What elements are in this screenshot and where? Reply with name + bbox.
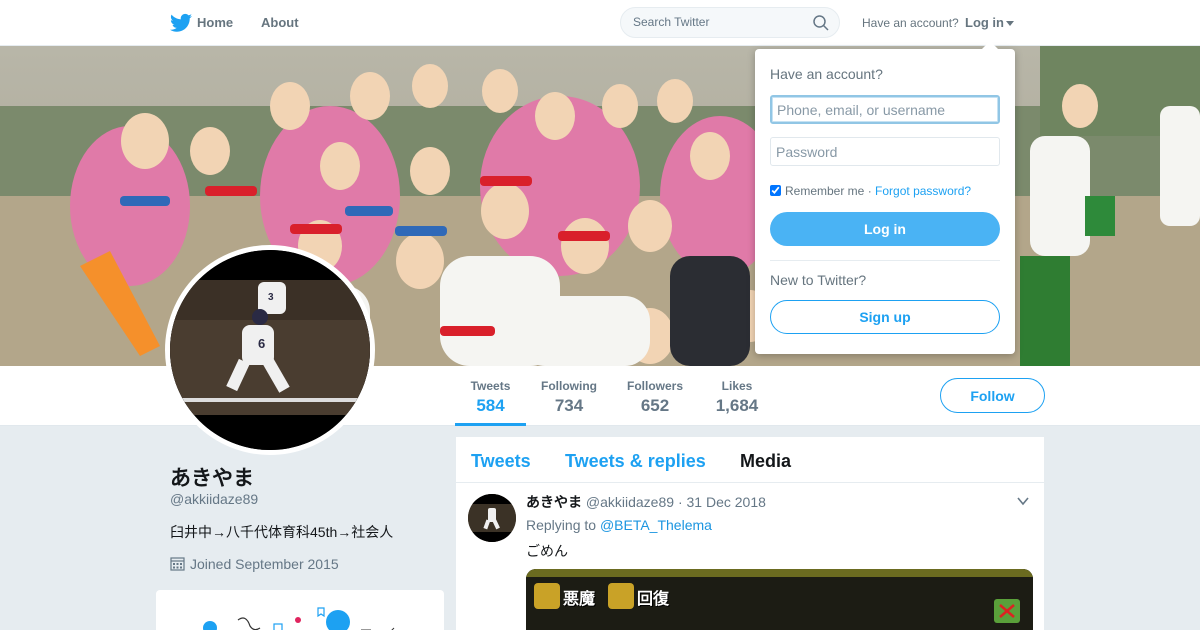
login-dropdown: Have an account? Remember me · Forgot pa… [755, 41, 1015, 354]
stat-label: Following [541, 379, 597, 393]
tweet-header: あきやま @akkiidaze89 · 31 Dec 2018 [526, 492, 766, 512]
search-input[interactable] [633, 15, 808, 29]
media-thumbnails [203, 607, 395, 630]
twitter-bird-icon[interactable] [170, 13, 192, 33]
remember-me-label[interactable]: Remember me [785, 184, 864, 198]
profile-avatar[interactable]: 6 3 [165, 245, 375, 455]
login-button[interactable]: Log in [770, 212, 1000, 246]
stat-label: Tweets [470, 379, 511, 393]
replying-to-link[interactable]: @BETA_Thelema [600, 517, 712, 533]
timeline: Tweets Tweets & replies Media あきやま @akki… [456, 437, 1044, 630]
search-box [620, 7, 840, 38]
search-icon[interactable] [813, 15, 829, 31]
profile-name: あきやま [170, 467, 254, 490]
new-to-twitter-label: New to Twitter? [770, 272, 867, 288]
profile-joined: Joined September 2015 [170, 556, 339, 572]
follow-button[interactable]: Follow [940, 378, 1045, 413]
stat-value: 734 [554, 396, 584, 415]
forgot-password-link[interactable]: Forgot password? [875, 184, 971, 198]
tweet-media-image[interactable]: 悪魔 回復 [526, 569, 1033, 630]
stat-followers[interactable]: Followers 652 [622, 366, 688, 426]
chevron-down-icon[interactable] [1016, 494, 1030, 508]
nav-about-link[interactable]: About [261, 15, 299, 30]
game-label-devil: 悪魔 [563, 589, 596, 608]
caret-down-icon [1006, 21, 1014, 27]
game-label-heal: 回復 [637, 589, 670, 608]
password-field[interactable] [770, 137, 1000, 166]
stat-label: Likes [721, 379, 753, 393]
profile-bio: 臼井中→八千代体育科45th→社会人 [170, 524, 394, 540]
remember-separator: · [867, 184, 872, 198]
tweet-replying-to: Replying to @BETA_Thelema [526, 517, 712, 533]
top-nav: Home About Have an account? Log in [0, 0, 1200, 46]
signup-button[interactable]: Sign up [770, 300, 1000, 334]
calendar-icon [170, 557, 185, 571]
stat-likes[interactable]: Likes 1,684 [706, 366, 768, 426]
avatar-photo: 6 3 [170, 250, 370, 450]
stat-value: 584 [476, 396, 505, 415]
tweet-date[interactable]: 31 Dec 2018 [687, 494, 766, 510]
timeline-tabs: Tweets Tweets & replies Media [456, 437, 1044, 483]
tweet-author-handle[interactable]: @akkiidaze89 [586, 494, 674, 510]
login-dropdown-toggle[interactable]: Log in [965, 15, 1014, 30]
stat-value: 652 [640, 396, 670, 415]
stat-following[interactable]: Following 734 [536, 366, 602, 426]
remember-row: Remember me · Forgot password? [770, 184, 971, 198]
username-field[interactable] [770, 95, 1000, 124]
joined-date: Joined September 2015 [190, 556, 339, 572]
stat-tweets[interactable]: Tweets 584 [455, 366, 526, 426]
tab-tweets[interactable]: Tweets [471, 451, 531, 472]
replying-prefix: Replying to [526, 517, 597, 533]
tweet-avatar[interactable] [468, 494, 516, 542]
tab-media[interactable]: Media [740, 451, 791, 472]
svg-text:6: 6 [258, 336, 265, 351]
profile-handle[interactable]: @akkiidaze89 [170, 491, 258, 507]
stat-label: Followers [626, 379, 683, 393]
login-dropdown-title: Have an account? [770, 66, 883, 82]
tweet-text: ごめん [526, 543, 568, 559]
remember-me-checkbox[interactable] [770, 185, 781, 196]
tweet-avatar-photo [468, 494, 516, 542]
login-toggle-label: Log in [965, 15, 1004, 30]
have-account-label: Have an account? [862, 16, 959, 30]
svg-text:3: 3 [268, 292, 274, 303]
photos-videos-card[interactable] [156, 590, 444, 630]
dropdown-divider [770, 260, 1000, 261]
game-screenshot [526, 569, 1033, 630]
nav-home-link[interactable]: Home [197, 15, 233, 30]
tweet-separator: · [677, 494, 683, 510]
tab-tweets-replies[interactable]: Tweets & replies [565, 451, 706, 472]
stat-value: 1,684 [715, 396, 759, 415]
tweet-author-name[interactable]: あきやま [526, 494, 582, 510]
